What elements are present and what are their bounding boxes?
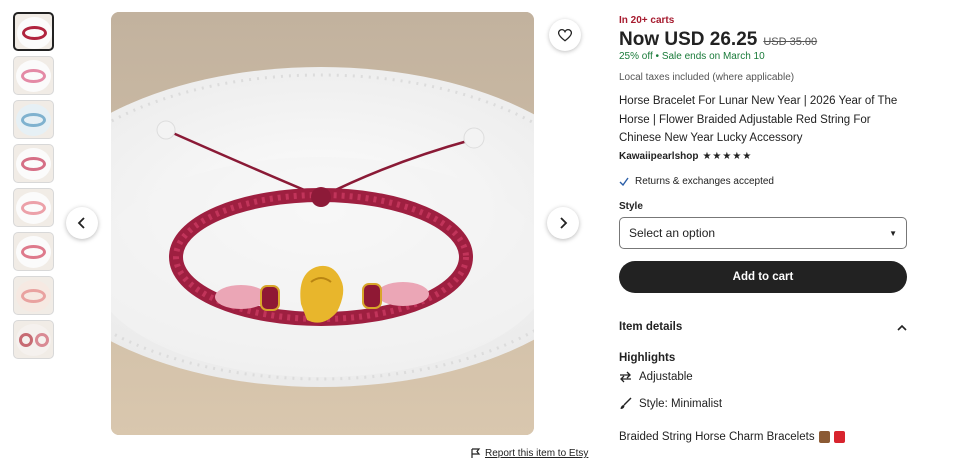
- checkmark-icon: [619, 177, 629, 186]
- description-text: Braided String Horse Charm Bracelets: [619, 431, 815, 443]
- highlight-label: Style: Minimalist: [639, 397, 723, 410]
- item-details-toggle[interactable]: Item details: [619, 321, 907, 333]
- bracelet-photo: [111, 12, 534, 435]
- caret-down-icon: ▼: [889, 228, 897, 238]
- sale-ends-label: Sale ends on March 10: [661, 51, 765, 62]
- chevron-right-icon: [560, 217, 568, 229]
- thumbnail-6[interactable]: [13, 232, 54, 271]
- chevron-up-icon: [897, 324, 907, 331]
- highlight-label: Adjustable: [639, 371, 693, 383]
- thumbnail-1[interactable]: [13, 12, 54, 51]
- style-label: Style: [619, 201, 643, 212]
- taxes-note: Local taxes included (where applicable): [619, 72, 795, 83]
- heart-icon: [558, 28, 572, 42]
- original-price: USD 35.00: [763, 36, 818, 48]
- thumbnail-8[interactable]: [13, 320, 54, 359]
- listing-title: Horse Bracelet For Lunar New Year | 2026…: [619, 95, 898, 144]
- thumbnail-4[interactable]: [13, 144, 54, 183]
- highlight-style: Style: Minimalist: [619, 397, 722, 410]
- rating-stars[interactable]: ★★★★★: [702, 151, 752, 162]
- price-row: Now USD 26.25 USD 35.00: [619, 29, 817, 51]
- returns-info: Returns & exchanges accepted: [619, 176, 774, 187]
- chevron-left-icon: [77, 217, 85, 229]
- shop-row: Kawaiipearlshop ★★★★★: [619, 151, 752, 162]
- previous-image-button[interactable]: [66, 207, 98, 239]
- discount-label: 25% off: [619, 51, 653, 62]
- thumbnail-7[interactable]: [13, 276, 54, 315]
- favorite-button[interactable]: [549, 19, 581, 51]
- main-product-image[interactable]: [111, 12, 534, 435]
- sale-info: 25% off • Sale ends on March 10: [619, 51, 765, 62]
- item-details-label: Item details: [619, 321, 683, 333]
- thumbnail-2[interactable]: [13, 56, 54, 95]
- description-line: Braided String Horse Charm Bracelets: [619, 431, 845, 443]
- report-item-link[interactable]: Report this item to Etsy: [471, 448, 588, 459]
- add-to-cart-button[interactable]: Add to cart: [619, 261, 907, 293]
- current-price: Now USD 26.25: [619, 29, 758, 50]
- thumbnail-5[interactable]: [13, 188, 54, 227]
- sale-separator: •: [655, 51, 660, 62]
- red-envelope-emoji-icon: [833, 431, 845, 443]
- thumbnail-3[interactable]: [13, 100, 54, 139]
- carts-badge: In 20+ carts: [619, 15, 675, 26]
- returns-label: Returns & exchanges accepted: [635, 176, 774, 187]
- highlights-heading: Highlights: [619, 352, 676, 364]
- report-label: Report this item to Etsy: [485, 448, 589, 459]
- style-select[interactable]: Select an option ▼: [619, 217, 907, 249]
- next-image-button[interactable]: [547, 207, 579, 239]
- brush-icon: [620, 397, 632, 409]
- horse-emoji-icon: [818, 431, 830, 443]
- highlight-adjustable: Adjustable: [619, 371, 693, 383]
- style-select-value: Select an option: [629, 226, 716, 240]
- shop-name-link[interactable]: Kawaiipearlshop: [619, 151, 698, 162]
- flag-icon: [471, 448, 481, 458]
- swap-arrows-icon: [620, 371, 631, 383]
